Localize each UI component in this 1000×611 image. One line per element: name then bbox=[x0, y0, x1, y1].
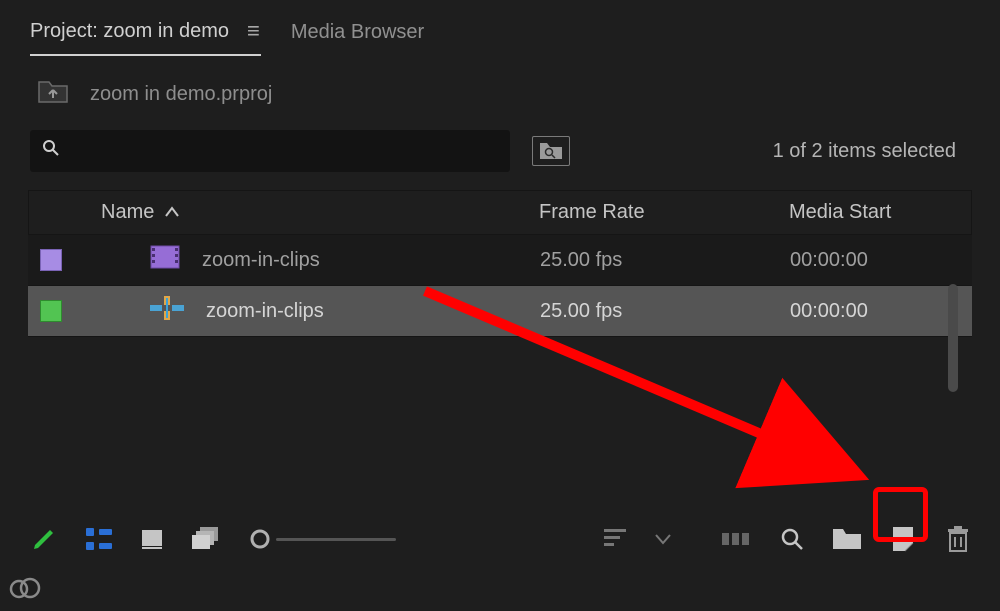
list-item[interactable]: zoom-in-clips 25.00 fps 00:00:00 bbox=[28, 286, 972, 337]
sort-icons-button[interactable] bbox=[604, 529, 626, 549]
item-frame-rate: 25.00 fps bbox=[540, 249, 790, 272]
tab-media-browser[interactable]: Media Browser bbox=[291, 21, 424, 54]
item-media-start: 00:00:00 bbox=[790, 249, 960, 272]
creative-cloud-icon bbox=[8, 577, 42, 605]
list-item[interactable]: zoom-in-clips 25.00 fps 00:00:00 bbox=[28, 235, 972, 286]
chevron-down-icon[interactable] bbox=[654, 532, 672, 546]
item-name: zoom-in-clips bbox=[206, 300, 324, 323]
column-headers: Name Frame Rate Media Start bbox=[28, 190, 972, 235]
label-swatch bbox=[40, 300, 62, 322]
search-box[interactable] bbox=[30, 130, 510, 172]
item-name: zoom-in-clips bbox=[202, 249, 320, 272]
column-name[interactable]: Name bbox=[101, 201, 539, 224]
item-media-start: 00:00:00 bbox=[790, 300, 960, 323]
item-frame-rate: 25.00 fps bbox=[540, 300, 790, 323]
sort-asc-icon bbox=[164, 201, 180, 224]
folder-up-icon[interactable] bbox=[38, 78, 68, 110]
list-view-button[interactable] bbox=[86, 528, 112, 550]
zoom-slider[interactable] bbox=[250, 529, 396, 549]
column-frame-rate[interactable]: Frame Rate bbox=[539, 201, 789, 224]
new-item-button[interactable] bbox=[890, 525, 918, 553]
find-button[interactable] bbox=[780, 527, 804, 551]
search-bin-button[interactable] bbox=[532, 136, 570, 166]
search-icon bbox=[42, 139, 60, 163]
tab-media-browser-label: Media Browser bbox=[291, 21, 424, 44]
tab-project[interactable]: Project: zoom in demo ≡ bbox=[30, 18, 261, 56]
freeform-view-button[interactable] bbox=[192, 527, 222, 551]
writable-toggle-button[interactable] bbox=[30, 525, 58, 553]
column-name-label: Name bbox=[101, 201, 154, 224]
selection-status: 1 of 2 items selected bbox=[773, 140, 970, 163]
panel-menu-icon[interactable]: ≡ bbox=[247, 18, 261, 44]
bin-icon bbox=[150, 245, 180, 275]
search-input[interactable] bbox=[68, 141, 498, 162]
icon-view-button[interactable] bbox=[140, 528, 164, 550]
tab-project-label: Project: zoom in demo bbox=[30, 20, 229, 43]
project-file-name: zoom in demo.prproj bbox=[90, 83, 272, 106]
new-bin-button[interactable] bbox=[832, 527, 862, 551]
column-media-start[interactable]: Media Start bbox=[789, 201, 959, 224]
scrollbar-thumb[interactable] bbox=[948, 284, 958, 392]
label-swatch bbox=[40, 249, 62, 271]
delete-button[interactable] bbox=[946, 525, 970, 553]
automate-sequence-button[interactable] bbox=[722, 529, 752, 549]
sequence-icon bbox=[150, 296, 184, 326]
